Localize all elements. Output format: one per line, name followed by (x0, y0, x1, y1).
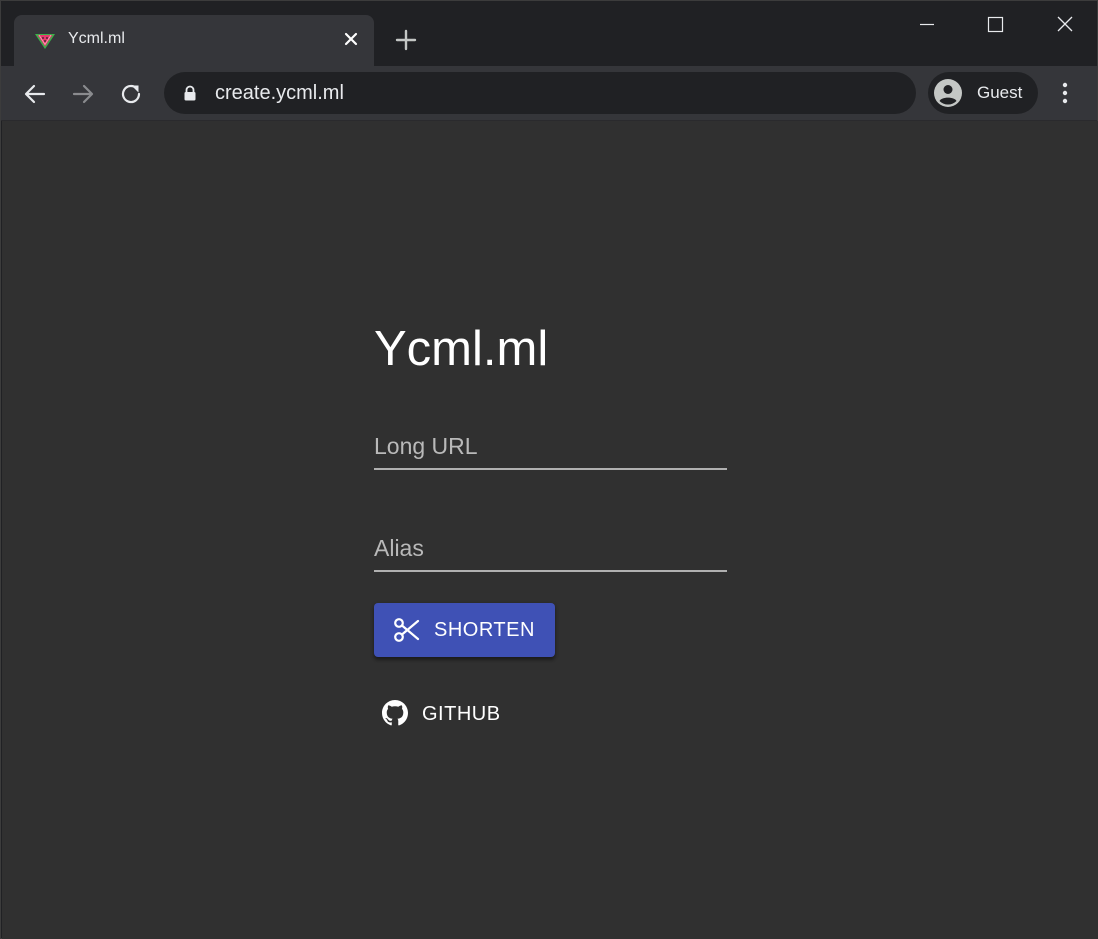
back-arrow-icon[interactable] (20, 79, 50, 109)
reload-icon[interactable] (116, 79, 146, 109)
browser-tab[interactable]: Ycml.ml (14, 15, 374, 66)
scissors-icon (394, 618, 420, 642)
new-tab-icon[interactable] (393, 27, 419, 53)
minimize-icon[interactable] (904, 11, 950, 41)
profile-label: Guest (977, 83, 1023, 102)
more-vert-icon[interactable] (1053, 78, 1077, 108)
profile-button[interactable]: Guest (928, 72, 1038, 114)
github-label: GITHUB (422, 703, 501, 725)
alias-field (374, 522, 727, 572)
alias-input[interactable] (374, 535, 727, 562)
page-title: Ycml.ml (374, 322, 549, 376)
address-bar[interactable]: create.ycml.ml (164, 72, 916, 114)
tab-strip: Ycml.ml (1, 1, 1097, 66)
lock-icon (184, 85, 196, 101)
account-circle-icon (934, 79, 962, 107)
shorten-button[interactable]: SHORTEN (374, 603, 555, 657)
tab-title: Ycml.ml (68, 30, 125, 47)
shorten-label: SHORTEN (434, 619, 535, 641)
github-icon (382, 700, 408, 726)
close-tab-icon[interactable] (342, 30, 360, 48)
long-url-field (374, 420, 727, 470)
github-button[interactable]: GITHUB (374, 689, 514, 737)
browser-toolbar: create.ycml.ml Guest (1, 66, 1097, 121)
long-url-input[interactable] (374, 433, 727, 460)
url-text: create.ycml.ml (215, 82, 344, 104)
forward-arrow-icon[interactable] (68, 79, 98, 109)
browser-window: Ycml.ml create.ycml.ml Guest Ycml.ml Lon… (0, 0, 1098, 939)
page-content: Ycml.ml SHORTEN GITHUB (2, 121, 1098, 939)
window-close-icon[interactable] (1042, 11, 1088, 41)
maximize-icon[interactable] (973, 11, 1019, 41)
watermelon-icon (35, 34, 55, 49)
